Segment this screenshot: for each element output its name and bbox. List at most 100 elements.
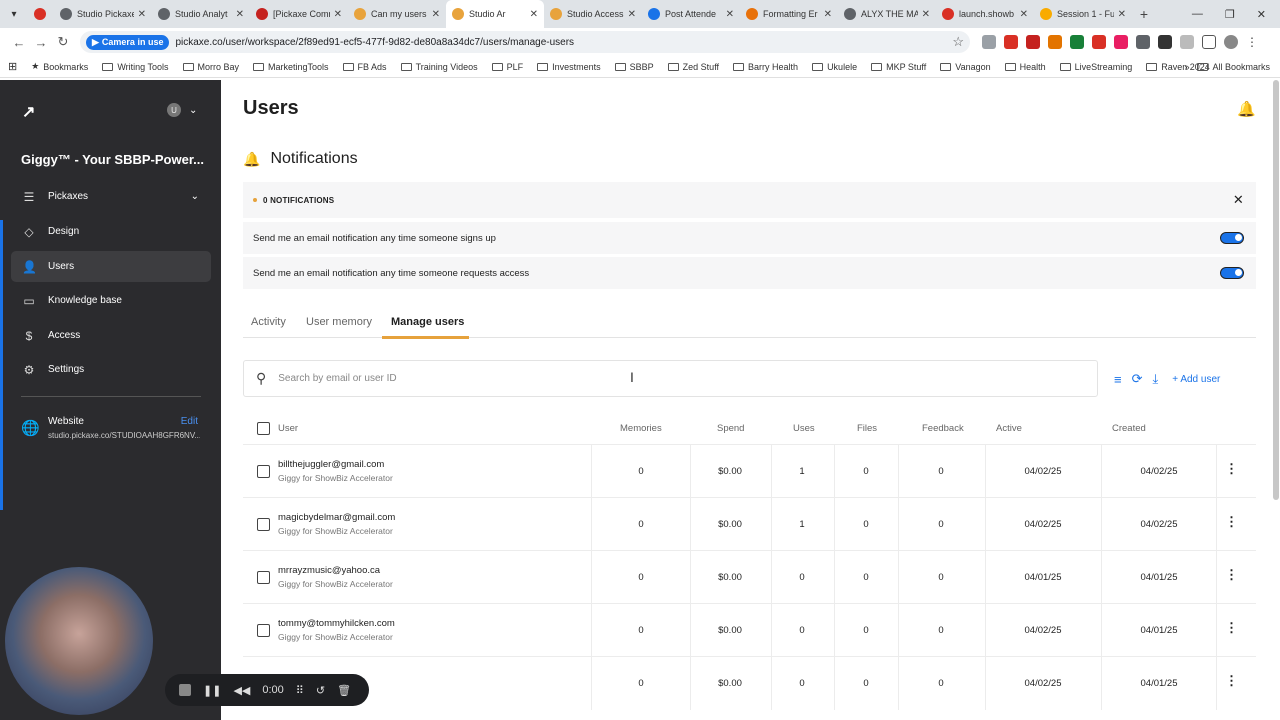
- tab-close-icon[interactable]: ✕: [726, 9, 734, 20]
- browser-tab[interactable]: Studio Access ✕: [544, 0, 642, 28]
- camera-in-use-pill[interactable]: ▶ Camera in use: [86, 34, 170, 50]
- stop-icon[interactable]: [179, 684, 191, 696]
- browser-tab[interactable]: Studio Pickaxe ✕: [54, 0, 152, 28]
- tab-close-icon[interactable]: ✕: [922, 9, 930, 20]
- tab-close-icon[interactable]: ✕: [530, 9, 538, 20]
- sidebar-item-access[interactable]: $ Access: [11, 320, 211, 351]
- forward-icon[interactable]: →: [30, 35, 52, 50]
- website-url[interactable]: studio.pickaxe.co/STUDIOAAH8GFR6NV...: [48, 431, 200, 440]
- user-email[interactable]: magicbydelmar@gmail.com: [278, 512, 395, 523]
- profile-avatar[interactable]: [1224, 35, 1238, 49]
- extension-icon[interactable]: [1092, 35, 1106, 49]
- table-row[interactable]: omccelerator0$0.0000004/02/2504/01/25⋮: [243, 656, 1256, 710]
- browser-tab[interactable]: Post Attende ✕: [642, 0, 740, 28]
- table-row[interactable]: tommy@tommyhilcken.com Giggy for ShowBiz …: [243, 603, 1256, 657]
- account-menu[interactable]: U ⌄: [167, 103, 197, 117]
- bookmark-item[interactable]: FB Ads: [342, 62, 387, 72]
- user-email[interactable]: tommy@tommyhilcken.com: [278, 618, 395, 629]
- pickaxe-logo[interactable]: ↗: [22, 102, 35, 122]
- table-row[interactable]: mrrayzmusic@yahoo.ca Giggy for ShowBiz Ac…: [243, 550, 1256, 604]
- extension-icon[interactable]: [1070, 35, 1084, 49]
- bookmark-item[interactable]: MKP Stuff: [871, 62, 926, 72]
- browser-tab[interactable]: Can my users ✕: [348, 0, 446, 28]
- tab-close-icon[interactable]: ✕: [1118, 9, 1126, 20]
- bookmark-item[interactable]: MarketingTools: [253, 62, 329, 72]
- refresh-icon[interactable]: ⟳: [1132, 371, 1143, 387]
- trash-icon[interactable]: 🗑: [337, 684, 351, 697]
- bookmark-item[interactable]: PLF: [491, 62, 523, 72]
- filter-icon[interactable]: ≡: [1114, 372, 1122, 387]
- bookmark-item[interactable]: Ukulele: [812, 62, 857, 72]
- tab-close-icon[interactable]: ✕: [1020, 9, 1028, 20]
- extension-icon[interactable]: [1180, 35, 1194, 49]
- scrollbar[interactable]: [1273, 80, 1279, 500]
- minimize-icon[interactable]: —: [1192, 8, 1203, 20]
- user-email[interactable]: billthejuggler@gmail.com: [278, 459, 384, 470]
- rewind-icon[interactable]: ◀◀: [233, 684, 250, 697]
- row-checkbox[interactable]: [257, 571, 270, 584]
- apps-grid-icon[interactable]: ⊞: [8, 60, 17, 73]
- tab-manage-users[interactable]: Manage users: [391, 316, 464, 328]
- add-user-button[interactable]: + Add user: [1172, 374, 1220, 385]
- user-email[interactable]: mrrayzmusic@yahoo.ca: [278, 565, 380, 576]
- browser-tab[interactable]: Formatting Er ✕: [740, 0, 838, 28]
- browser-tab[interactable]: launch.showb ✕: [936, 0, 1034, 28]
- tab-close-icon[interactable]: ✕: [432, 9, 440, 20]
- row-checkbox[interactable]: [257, 518, 270, 531]
- column-header-files[interactable]: Files: [857, 423, 877, 434]
- bookmark-item[interactable]: Barry Health: [733, 62, 798, 72]
- column-header-feedback[interactable]: Feedback: [922, 423, 964, 434]
- search-input[interactable]: ⚲ Search by email or user ID: [243, 360, 1098, 397]
- url-field[interactable]: ▶ Camera in use pickaxe.co/user/workspace…: [80, 31, 970, 53]
- tab-close-icon[interactable]: ✕: [236, 9, 244, 20]
- row-checkbox[interactable]: [257, 624, 270, 637]
- signup-notification-toggle[interactable]: [1220, 232, 1244, 244]
- table-row[interactable]: billthejuggler@gmail.com Giggy for ShowBi…: [243, 444, 1256, 498]
- bookmark-item[interactable]: ★ Bookmarks: [31, 61, 88, 72]
- more-bookmarks-icon[interactable]: »: [1184, 62, 1189, 72]
- back-icon[interactable]: ←: [8, 35, 30, 50]
- table-row[interactable]: magicbydelmar@gmail.com Giggy for ShowBiz…: [243, 497, 1256, 551]
- bookmark-item[interactable]: Investments: [537, 62, 601, 72]
- row-actions-menu-icon[interactable]: ⋮: [1225, 567, 1238, 583]
- bookmark-item[interactable]: Training Videos: [400, 62, 478, 72]
- pause-icon[interactable]: ❚❚: [203, 684, 221, 697]
- bookmark-item[interactable]: Morro Bay: [182, 62, 239, 72]
- extension-icon[interactable]: [1026, 35, 1040, 49]
- column-header-user[interactable]: User: [278, 423, 298, 434]
- sidebar-item-knowledge-base[interactable]: ▭ Knowledge base: [11, 285, 211, 316]
- bookmark-item[interactable]: Zed Stuff: [667, 62, 719, 72]
- column-header-memories[interactable]: Memories: [620, 423, 662, 434]
- sidebar-item-pickaxes[interactable]: ☰ Pickaxes ⌄: [11, 181, 211, 212]
- row-actions-menu-icon[interactable]: ⋮: [1225, 620, 1238, 636]
- browser-tab[interactable]: Session 1 - Fu ✕: [1034, 0, 1132, 28]
- browser-menu-icon[interactable]: ⋮: [1246, 35, 1258, 49]
- column-header-uses[interactable]: Uses: [793, 423, 815, 434]
- extension-icon[interactable]: [1048, 35, 1062, 49]
- restore-icon[interactable]: ❐: [1225, 8, 1235, 21]
- restart-icon[interactable]: ↺: [316, 684, 325, 697]
- new-tab-button[interactable]: +: [1132, 6, 1156, 22]
- browser-tab[interactable]: [28, 0, 54, 28]
- column-header-created[interactable]: Created: [1112, 423, 1146, 434]
- extension-icon[interactable]: [982, 35, 996, 49]
- browser-tab[interactable]: Studio Analyt ✕: [152, 0, 250, 28]
- bookmark-item[interactable]: Health: [1004, 62, 1046, 72]
- browser-tab[interactable]: Studio Ar ✕: [446, 0, 544, 28]
- website-edit-link[interactable]: Edit: [181, 416, 198, 427]
- extension-icon[interactable]: [1136, 35, 1150, 49]
- access-request-notification-toggle[interactable]: [1220, 267, 1244, 279]
- bookmark-item[interactable]: LiveStreaming: [1059, 62, 1132, 72]
- column-header-active[interactable]: Active: [996, 423, 1022, 434]
- extension-icon[interactable]: [1004, 35, 1018, 49]
- row-actions-menu-icon[interactable]: ⋮: [1225, 514, 1238, 530]
- close-icon[interactable]: ✕: [1233, 192, 1244, 208]
- tab-close-icon[interactable]: ✕: [138, 9, 146, 20]
- drag-handle-icon[interactable]: ⠿: [296, 684, 304, 697]
- download-icon[interactable]: ⤓: [1153, 371, 1159, 387]
- row-checkbox[interactable]: [257, 465, 270, 478]
- column-header-spend[interactable]: Spend: [717, 423, 744, 434]
- all-bookmarks-link[interactable]: All Bookmarks: [1197, 62, 1270, 72]
- extensions-puzzle-icon[interactable]: [1202, 35, 1216, 49]
- browser-tab[interactable]: ALYX THE MA ✕: [838, 0, 936, 28]
